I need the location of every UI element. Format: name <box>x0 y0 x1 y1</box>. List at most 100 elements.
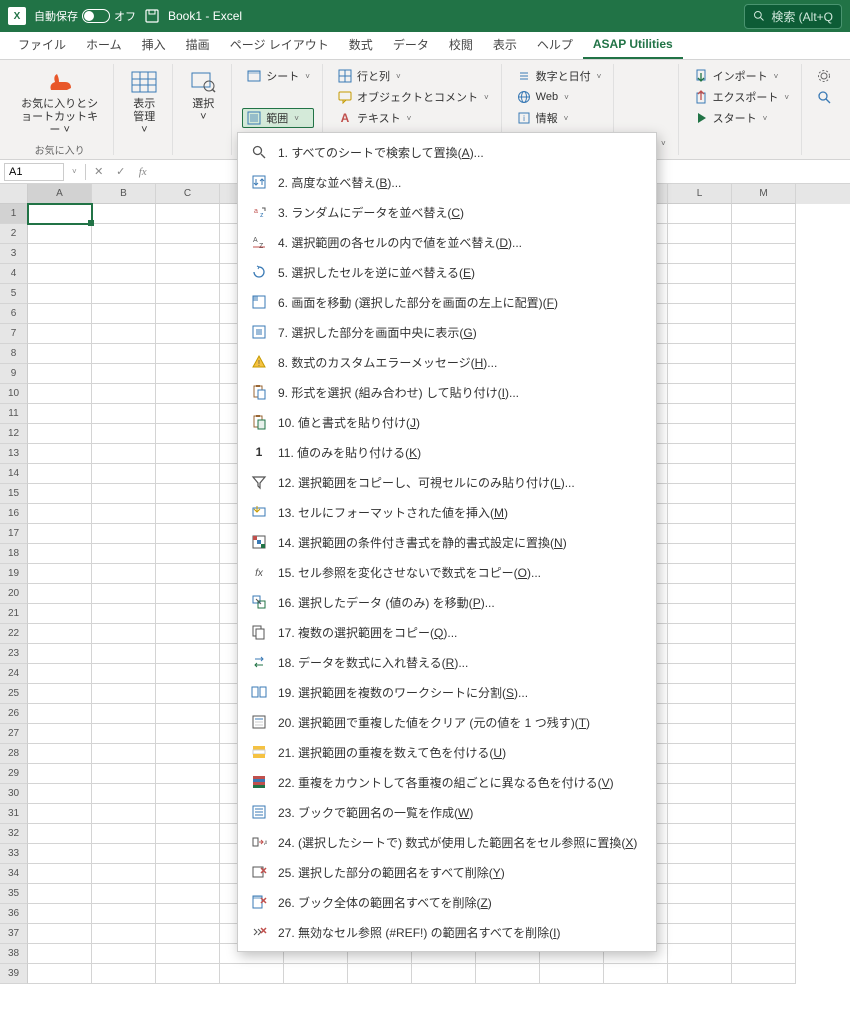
menu-item-23[interactable]: 23. ブックで範囲名の一覧を作成(W) <box>238 797 656 827</box>
cell[interactable] <box>92 824 156 844</box>
cell[interactable] <box>732 444 796 464</box>
cell[interactable] <box>668 924 732 944</box>
obj-comment-button[interactable]: オブジェクトとコメント˅ <box>333 87 493 107</box>
cell[interactable] <box>156 344 220 364</box>
cell[interactable] <box>732 344 796 364</box>
cell[interactable] <box>668 304 732 324</box>
cell[interactable] <box>476 964 540 984</box>
cell[interactable] <box>156 804 220 824</box>
row-header[interactable]: 19 <box>0 564 28 584</box>
cell[interactable] <box>668 624 732 644</box>
cell[interactable] <box>540 964 604 984</box>
cancel-formula-icon[interactable]: ✕ <box>90 165 108 178</box>
cell[interactable] <box>156 644 220 664</box>
cell[interactable] <box>156 324 220 344</box>
cell[interactable] <box>92 464 156 484</box>
cell[interactable] <box>668 724 732 744</box>
save-icon[interactable] <box>144 8 160 24</box>
cell[interactable] <box>28 704 92 724</box>
cell[interactable] <box>92 884 156 904</box>
row-header[interactable]: 30 <box>0 784 28 804</box>
cell[interactable] <box>668 564 732 584</box>
menu-item-12[interactable]: 12. 選択範囲をコピーし、可視セルにのみ貼り付け(L)... <box>238 467 656 497</box>
menu-item-22[interactable]: 22. 重複をカウントして各重複の組ごとに異なる色を付ける(V) <box>238 767 656 797</box>
cell[interactable] <box>28 364 92 384</box>
cell[interactable] <box>732 204 796 224</box>
row-header[interactable]: 37 <box>0 924 28 944</box>
cell[interactable] <box>92 284 156 304</box>
cell[interactable] <box>28 204 92 224</box>
menu-item-13[interactable]: 13. セルにフォーマットされた値を挿入(M) <box>238 497 656 527</box>
cell[interactable] <box>28 624 92 644</box>
row-header[interactable]: 1 <box>0 204 28 224</box>
cell[interactable] <box>732 424 796 444</box>
menu-item-8[interactable]: !8. 数式のカスタムエラーメッセージ(H)... <box>238 347 656 377</box>
cell[interactable] <box>732 404 796 424</box>
cell[interactable] <box>732 284 796 304</box>
select-all-corner[interactable] <box>0 184 28 204</box>
cell[interactable] <box>732 924 796 944</box>
tab-7[interactable]: 校閲 <box>439 30 483 59</box>
cell[interactable] <box>668 784 732 804</box>
row-header[interactable]: 38 <box>0 944 28 964</box>
row-header[interactable]: 24 <box>0 664 28 684</box>
cell[interactable] <box>156 744 220 764</box>
cell[interactable] <box>92 424 156 444</box>
menu-item-17[interactable]: 17. 複数の選択範囲をコピー(Q)... <box>238 617 656 647</box>
cell[interactable] <box>28 964 92 984</box>
cell[interactable] <box>156 224 220 244</box>
cell[interactable] <box>156 704 220 724</box>
cell[interactable] <box>92 564 156 584</box>
fx-icon[interactable]: fx <box>134 166 152 178</box>
row-header[interactable]: 3 <box>0 244 28 264</box>
cell[interactable] <box>28 424 92 444</box>
cell[interactable] <box>92 624 156 644</box>
row-header[interactable]: 6 <box>0 304 28 324</box>
cell[interactable] <box>668 824 732 844</box>
cell[interactable] <box>92 964 156 984</box>
column-header[interactable]: B <box>92 184 156 204</box>
tab-0[interactable]: ファイル <box>8 30 76 59</box>
menu-item-9[interactable]: 9. 形式を選択 (組み合わせ) して貼り付け(I)... <box>238 377 656 407</box>
cell[interactable] <box>732 304 796 324</box>
menu-item-21[interactable]: 21. 選択範囲の重複を数えて色を付ける(U) <box>238 737 656 767</box>
rowcol-button-2[interactable]: 行と列˅ <box>333 66 493 86</box>
cell[interactable] <box>92 644 156 664</box>
cell[interactable] <box>156 384 220 404</box>
cell[interactable] <box>28 524 92 544</box>
cell[interactable] <box>92 584 156 604</box>
row-header[interactable]: 9 <box>0 364 28 384</box>
row-header[interactable]: 16 <box>0 504 28 524</box>
row-header[interactable]: 20 <box>0 584 28 604</box>
export-button[interactable]: エクスポート˅ <box>689 87 793 107</box>
cell[interactable] <box>92 244 156 264</box>
cell[interactable] <box>92 684 156 704</box>
row-header[interactable]: 17 <box>0 524 28 544</box>
menu-item-18[interactable]: 18. データを数式に入れ替える(R)... <box>238 647 656 677</box>
cell[interactable] <box>156 844 220 864</box>
cell[interactable] <box>28 804 92 824</box>
cell[interactable] <box>92 544 156 564</box>
cell[interactable] <box>668 324 732 344</box>
cell[interactable] <box>668 344 732 364</box>
cell[interactable] <box>92 484 156 504</box>
cell[interactable] <box>28 744 92 764</box>
cell[interactable] <box>156 724 220 744</box>
menu-item-25[interactable]: 25. 選択した部分の範囲名をすべて削除(Y) <box>238 857 656 887</box>
cell[interactable] <box>156 664 220 684</box>
cell[interactable] <box>668 264 732 284</box>
cell[interactable] <box>668 284 732 304</box>
row-header[interactable]: 31 <box>0 804 28 824</box>
cell[interactable] <box>668 644 732 664</box>
cell[interactable] <box>220 964 284 984</box>
cell[interactable] <box>156 564 220 584</box>
cell[interactable] <box>28 284 92 304</box>
row-header[interactable]: 7 <box>0 324 28 344</box>
tab-5[interactable]: 数式 <box>339 30 383 59</box>
cell[interactable] <box>92 944 156 964</box>
menu-item-27[interactable]: 27. 無効なセル参照 (#REF!) の範囲名すべてを削除(I) <box>238 917 656 947</box>
cell[interactable] <box>28 724 92 744</box>
row-header[interactable]: 23 <box>0 644 28 664</box>
cell[interactable] <box>732 364 796 384</box>
favorites-button[interactable]: お気に入りとショートカットキー ˅ <box>14 66 105 140</box>
